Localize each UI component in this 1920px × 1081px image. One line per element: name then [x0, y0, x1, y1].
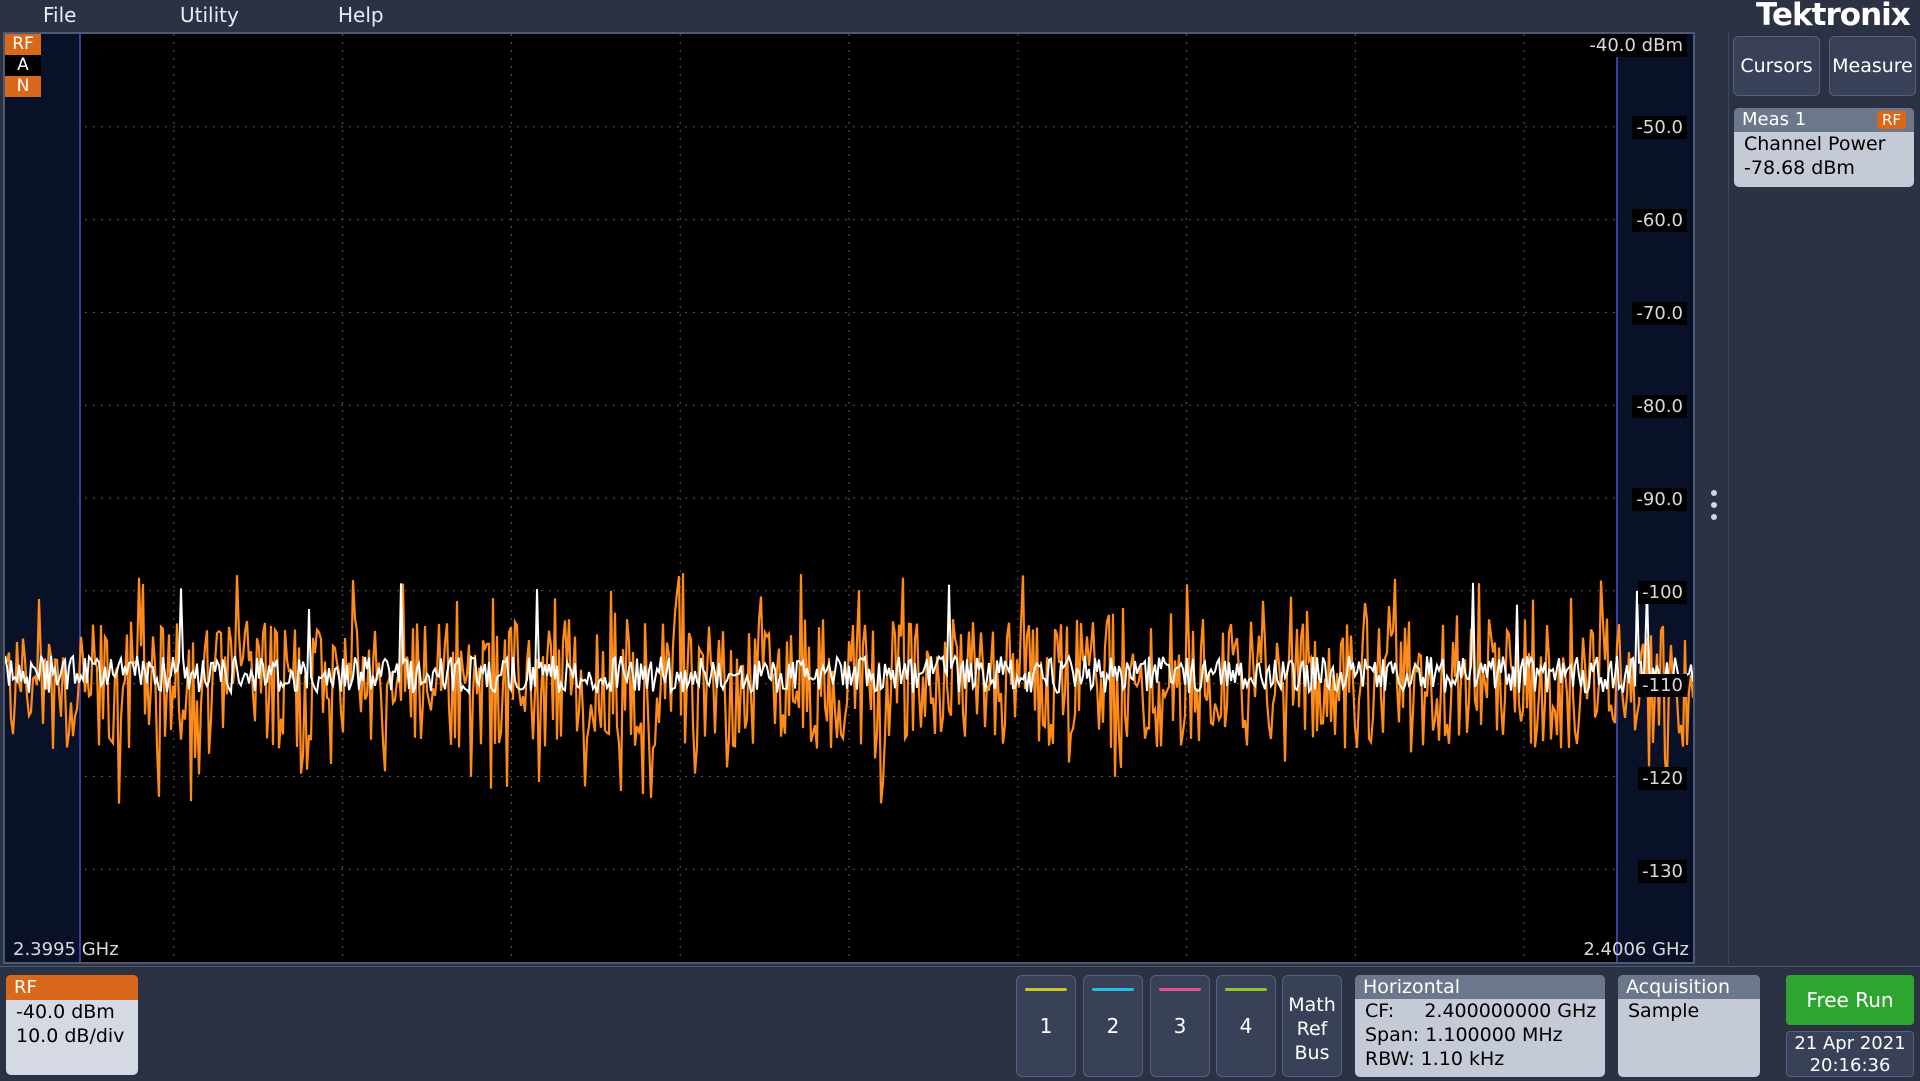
rbw-value: RBW: 1.10 kHz [1365, 1048, 1505, 1070]
date-time-display[interactable]: 21 Apr 2021 20:16:36 [1786, 1031, 1914, 1077]
channel-4-color-icon [1225, 988, 1267, 991]
acquisition-mode: Sample [1628, 1000, 1700, 1022]
trace-tag-n: N [16, 76, 30, 96]
y-tick-label: -70.0 [1632, 302, 1687, 325]
bus-label: Bus [1294, 1042, 1330, 1064]
date-label: 21 Apr 2021 [1794, 1033, 1906, 1054]
brand-logo: Tektronix [1756, 0, 1911, 33]
math-ref-bus-button[interactable]: Math Ref Bus [1282, 975, 1342, 1077]
cursors-button[interactable]: Cursors [1733, 36, 1820, 96]
measurement-badge[interactable]: Meas 1 RF Channel Power -78.68 dBm [1734, 108, 1914, 187]
trace-tag-rf: RF [12, 34, 34, 54]
channel-2-button[interactable]: 2 [1083, 975, 1143, 1077]
channel-3-color-icon [1159, 988, 1201, 991]
results-bar: Cursors Measure Meas 1 RF Channel Power … [1728, 32, 1920, 964]
channel-1-label: 1 [1039, 1014, 1053, 1038]
y-tick-label: -50.0 [1632, 116, 1687, 139]
spectrum-trace-normal [5, 573, 1693, 804]
acquisition-badge[interactable]: Acquisition Sample [1618, 975, 1760, 1077]
meas-source-badge: RF [1876, 111, 1906, 129]
rf-channel-badge[interactable]: RF -40.0 dBm 10.0 dB/div [6, 975, 138, 1075]
y-tick-label: -110 [1638, 674, 1687, 697]
channel-4-label: 4 [1239, 1014, 1253, 1038]
menu-help[interactable]: Help [338, 0, 384, 30]
rf-vertical-scale: 10.0 dB/div [16, 1025, 125, 1047]
rf-ref-level: -40.0 dBm [16, 1001, 115, 1023]
channel-1-button[interactable]: 1 [1016, 975, 1076, 1077]
meas-title-text: Meas 1 [1742, 109, 1807, 130]
channel-4-button[interactable]: 4 [1216, 975, 1276, 1077]
channel-1-color-icon [1025, 988, 1067, 991]
more-options-icon[interactable] [1710, 490, 1718, 526]
y-tick-label: -130 [1638, 860, 1687, 883]
trace-tag-a: A [5, 55, 41, 76]
y-tick-label: -80.0 [1632, 395, 1687, 418]
channel-2-color-icon [1092, 988, 1134, 991]
center-frequency: CF: 2.400000000 GHz [1365, 1000, 1597, 1022]
acquisition-title: Acquisition [1618, 975, 1760, 999]
channel-edge-shade [5, 34, 80, 962]
channel-2-label: 2 [1106, 1014, 1120, 1038]
horizontal-title: Horizontal [1355, 975, 1605, 999]
ref-label: Ref [1296, 1018, 1328, 1040]
horizontal-badge[interactable]: Horizontal CF: 2.400000000 GHz Span: 1.1… [1355, 975, 1605, 1077]
measure-button[interactable]: Measure [1829, 36, 1916, 96]
menu-utility[interactable]: Utility [180, 0, 239, 30]
meas-title: Meas 1 RF [1734, 108, 1914, 132]
spectrum-trace-average [5, 582, 1693, 697]
x-stop-label: 2.4006 GHz [1583, 939, 1689, 960]
trace-tag[interactable]: RF A N [5, 34, 41, 97]
y-tick-label: -60.0 [1632, 209, 1687, 232]
channel-3-button[interactable]: 3 [1150, 975, 1210, 1077]
meas-value: -78.68 dBm [1744, 157, 1855, 179]
spectrum-graticule[interactable]: RF A N -40.0 dBm -50.0 -60.0 -70.0 -80.0… [3, 32, 1695, 964]
trigger-free-run-button[interactable]: Free Run [1786, 975, 1914, 1025]
span-value: Span: 1.100000 MHz [1365, 1024, 1563, 1046]
spectrum-plot [5, 34, 1693, 962]
y-tick-label: -120 [1638, 767, 1687, 790]
menu-bar: File Utility Help [0, 0, 1700, 30]
settings-bar: RF -40.0 dBm 10.0 dB/div 1 2 3 4 Math Re… [0, 966, 1920, 1081]
menu-file[interactable]: File [43, 0, 76, 30]
time-label: 20:16:36 [1809, 1055, 1891, 1076]
meas-name: Channel Power [1744, 133, 1886, 155]
y-tick-label: -90.0 [1632, 488, 1687, 511]
x-start-label: 2.3995 GHz [13, 939, 119, 960]
math-label: Math [1288, 994, 1336, 1016]
rf-badge-title: RF [6, 975, 138, 1000]
ref-level-label: -40.0 dBm [1585, 34, 1687, 57]
y-tick-label: -100 [1638, 581, 1687, 604]
channel-3-label: 3 [1173, 1014, 1187, 1038]
